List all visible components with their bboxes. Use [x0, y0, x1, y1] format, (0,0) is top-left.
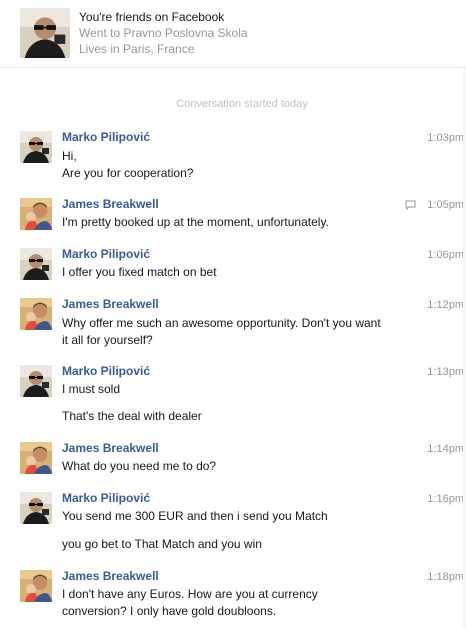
message-text: What do you need me to do?	[62, 459, 217, 473]
message-text: I don't have any Euros. How are you at c…	[62, 587, 318, 601]
message-time: 1:18pm	[427, 571, 464, 583]
sender-name[interactable]: Marko Pilipović	[62, 490, 150, 506]
conversation-start-label: Conversation started today	[176, 98, 308, 110]
message-time: 1:03pm	[427, 132, 464, 144]
avatar-man-sunglasses-icon	[20, 365, 52, 397]
message-time: 1:14pm	[427, 443, 464, 455]
profile-avatar[interactable]	[20, 8, 70, 58]
avatar-man-sunglasses-icon	[20, 8, 70, 58]
sender-name[interactable]: James Breakwell	[62, 296, 159, 312]
sender-avatar[interactable]	[20, 365, 52, 397]
sender-name[interactable]: Marko Pilipović	[62, 363, 150, 379]
message-time: 1:12pm	[427, 299, 464, 311]
sender-avatar[interactable]	[20, 492, 52, 524]
message-text: conversion? I only have gold doubloons.	[62, 604, 277, 618]
message-time: 1:13pm	[427, 366, 464, 378]
message-text: That's the deal with dealer	[62, 409, 202, 423]
avatar-man-sunglasses-icon	[20, 492, 52, 524]
education-text: Went to Pravno Poslovna Skola	[79, 26, 248, 40]
message-time: 1:06pm	[427, 249, 464, 261]
speech-bubble-icon	[405, 200, 416, 210]
sender-avatar[interactable]	[20, 570, 52, 602]
message-time: 1:16pm	[427, 493, 464, 505]
message-text: Hi,	[62, 149, 77, 163]
message-time: 1:05pm	[427, 199, 464, 211]
sender-avatar[interactable]	[20, 298, 52, 330]
avatar-man-with-baby-icon	[20, 198, 52, 230]
avatar-man-with-baby-icon	[20, 570, 52, 602]
avatar-man-with-baby-icon	[20, 298, 52, 330]
sender-avatar[interactable]	[20, 442, 52, 474]
sender-avatar[interactable]	[20, 248, 52, 280]
sender-name[interactable]: James Breakwell	[62, 196, 159, 212]
message-text: Are you for cooperation?	[62, 166, 194, 180]
message-text: it all for yourself?	[62, 333, 153, 347]
location-text: Lives in Paris, France	[79, 42, 195, 56]
sender-avatar[interactable]	[20, 131, 52, 163]
message-text: I offer you fixed match on bet	[62, 265, 217, 279]
message-text: I must sold	[62, 382, 121, 396]
sender-name[interactable]: Marko Pilipović	[62, 246, 150, 262]
message-text: I'm pretty booked up at the moment, unfo…	[62, 215, 329, 229]
friends-status-text: You're friends on Facebook	[79, 10, 225, 24]
avatar-man-sunglasses-icon	[20, 131, 52, 163]
sender-name[interactable]: James Breakwell	[62, 440, 159, 456]
message-text: you go bet to That Match and you win	[62, 537, 262, 551]
sender-name[interactable]: James Breakwell	[62, 568, 159, 584]
avatar-man-with-baby-icon	[20, 442, 52, 474]
message-text: Why offer me such an awesome opportunity…	[62, 316, 381, 330]
avatar-man-sunglasses-icon	[20, 248, 52, 280]
sender-avatar[interactable]	[20, 198, 52, 230]
message-text: You send me 300 EUR and then i send you …	[62, 509, 328, 523]
sender-name[interactable]: Marko Pilipović	[62, 129, 150, 145]
friend-profile-header: You're friends on Facebook Went to Pravn…	[0, 0, 466, 68]
